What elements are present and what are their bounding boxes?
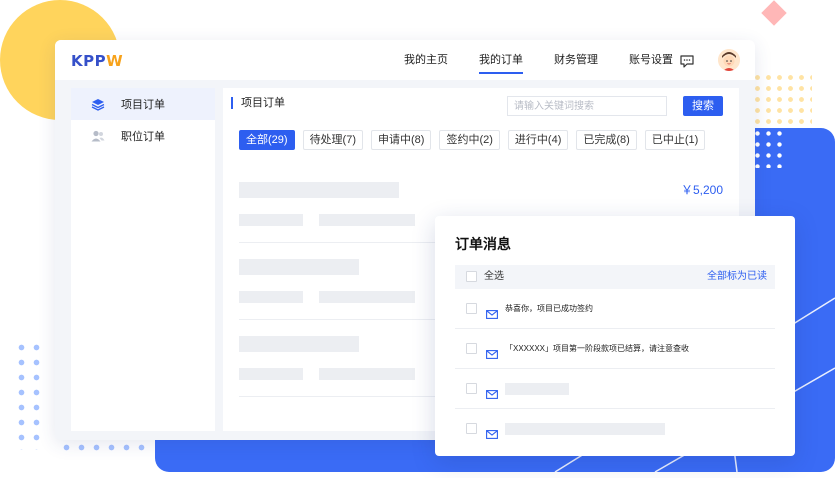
order-title-placeholder xyxy=(239,182,399,198)
message-icon[interactable] xyxy=(680,53,694,72)
order-title-placeholder xyxy=(239,259,359,275)
sidebar-item-label: 职位订单 xyxy=(121,131,165,143)
page-title: 项目订单 xyxy=(231,97,285,109)
stage: KPP W 我的主页 我的订单 财务管理 账号设置 项目订单 职位订单 项目订单… xyxy=(0,0,835,478)
order-meta-placeholder xyxy=(239,214,303,226)
message-row[interactable] xyxy=(455,369,775,409)
mail-icon xyxy=(486,424,498,443)
tab-applying[interactable]: 申请中(8) xyxy=(371,130,432,150)
tab-signing[interactable]: 签约中(2) xyxy=(439,130,500,150)
order-title-placeholder xyxy=(239,336,359,352)
order-meta-placeholder xyxy=(319,368,415,380)
layers-icon xyxy=(91,97,105,111)
sidebar-item-job-orders[interactable]: 职位订单 xyxy=(71,120,215,152)
message-placeholder xyxy=(505,383,569,395)
order-meta-placeholder xyxy=(239,368,303,380)
top-bar: KPP W 我的主页 我的订单 财务管理 账号设置 xyxy=(55,40,755,80)
nav-item-home[interactable]: 我的主页 xyxy=(404,40,448,80)
tab-completed[interactable]: 已完成(8) xyxy=(576,130,637,150)
select-all-label[interactable]: 全选 xyxy=(484,270,504,284)
sidebar: 项目订单 职位订单 xyxy=(71,88,215,431)
message-placeholder xyxy=(505,423,665,435)
order-price: ￥5,200 xyxy=(680,183,723,197)
user-avatar[interactable] xyxy=(718,49,740,71)
decor-pink-diamond xyxy=(761,0,787,26)
mail-icon xyxy=(486,344,498,363)
message-checkbox[interactable] xyxy=(466,303,477,314)
mark-all-read-link[interactable]: 全部标为已读 xyxy=(707,270,767,284)
order-meta-placeholder xyxy=(239,291,303,303)
search-input[interactable] xyxy=(507,96,667,116)
tab-in-progress[interactable]: 进行中(4) xyxy=(507,130,569,150)
logo-text-w: W xyxy=(106,52,124,70)
sidebar-item-project-orders[interactable]: 项目订单 xyxy=(71,88,215,120)
mail-icon xyxy=(486,304,498,323)
tab-all[interactable]: 全部(29) xyxy=(239,130,295,150)
order-meta-placeholder xyxy=(319,214,415,226)
decor-dots-bottom xyxy=(59,440,151,455)
message-checkbox[interactable] xyxy=(466,423,477,434)
message-row[interactable]: 恭喜你，项目已成功签约 xyxy=(455,289,775,329)
order-meta-placeholder xyxy=(319,291,415,303)
users-icon xyxy=(91,129,105,143)
decor-dots-right-white xyxy=(752,128,788,168)
popup-header-row: 全选 全部标为已读 xyxy=(455,265,775,289)
nav-item-orders[interactable]: 我的订单 xyxy=(479,40,523,80)
nav-item-finance[interactable]: 财务管理 xyxy=(554,40,598,80)
mail-icon xyxy=(486,384,498,403)
decor-dots-left xyxy=(14,340,48,450)
order-status-tabs: 全部(29) 待处理(7) 申请中(8) 签约中(2) 进行中(4) 已完成(8… xyxy=(239,130,713,150)
search-button[interactable]: 搜索 xyxy=(683,96,723,116)
tab-pending[interactable]: 待处理(7) xyxy=(302,130,364,150)
message-checkbox[interactable] xyxy=(466,383,477,394)
message-row[interactable]: 「XXXXXX」项目第一阶段款项已结算，请注意查收 xyxy=(455,329,775,369)
select-all-checkbox[interactable] xyxy=(466,271,477,282)
logo-text-kpp: KPP xyxy=(71,52,107,70)
nav-item-account[interactable]: 账号设置 xyxy=(629,40,673,80)
sidebar-item-label: 项目订单 xyxy=(121,99,165,111)
order-messages-popup: 订单消息 全选 全部标为已读 恭喜你，项目已成功签约 「XXXXXX」项目第一阶… xyxy=(435,216,795,456)
brand-logo[interactable]: KPP W xyxy=(71,52,123,70)
message-row[interactable] xyxy=(455,409,775,449)
message-text: 恭喜你，项目已成功签约 xyxy=(505,304,593,313)
message-text: 「XXXXXX」项目第一阶段款项已结算，请注意查收 xyxy=(505,344,690,353)
popup-title: 订单消息 xyxy=(455,236,511,252)
main-nav: 我的主页 我的订单 财务管理 账号设置 xyxy=(404,40,704,80)
tab-terminated[interactable]: 已中止(1) xyxy=(644,130,706,150)
message-checkbox[interactable] xyxy=(466,343,477,354)
